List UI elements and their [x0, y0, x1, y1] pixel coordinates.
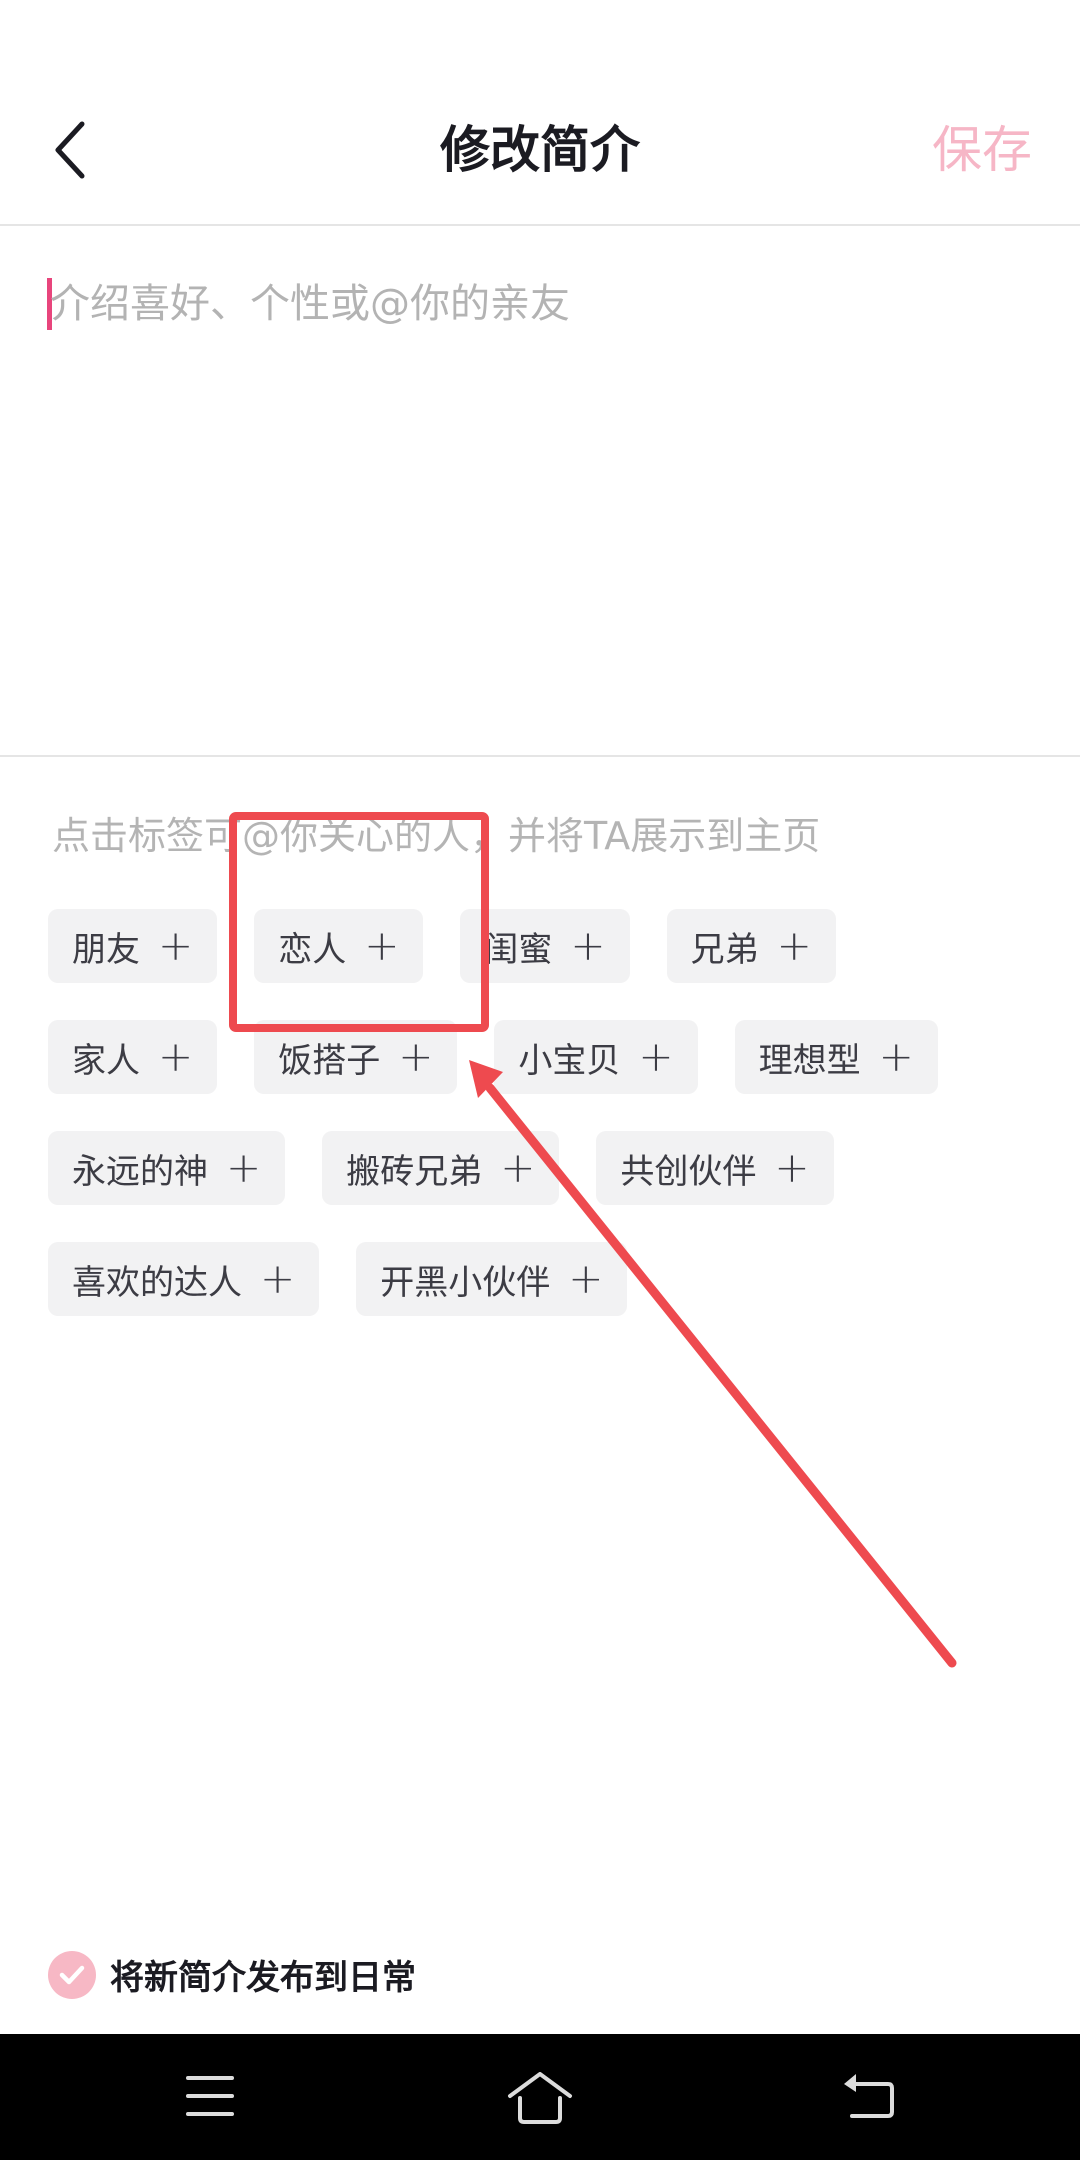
publish-to-daily-option[interactable]: 将新简介发布到日常 [48, 1950, 416, 1999]
tag-favorite-creator[interactable]: 喜欢的达人 + [48, 1242, 320, 1316]
plus-icon: + [364, 921, 400, 970]
top-bar: 修改简介 保存 [0, 0, 1080, 226]
tag-label: 搬砖兄弟 [346, 1151, 483, 1192]
tag-label: 恋人 [278, 929, 347, 970]
tag-work-buddy[interactable]: 搬砖兄弟 + [322, 1131, 560, 1205]
plus-icon: + [774, 1143, 810, 1192]
plus-icon: + [158, 921, 194, 970]
publish-checkbox[interactable] [48, 1950, 96, 1999]
home-button[interactable] [506, 2072, 574, 2124]
tag-label: 喜欢的达人 [72, 1262, 242, 1303]
tag-row: 喜欢的达人 + 开黑小伙伴 + [48, 1242, 1048, 1318]
plus-icon: + [398, 1032, 434, 1081]
system-nav-bar [0, 2034, 1080, 2160]
tag-forever-god[interactable]: 永远的神 + [48, 1131, 286, 1205]
plus-icon: + [158, 1032, 194, 1081]
tag-lover[interactable]: 恋人 + [254, 909, 424, 983]
menu-icon [186, 2076, 234, 2116]
tag-label: 闺蜜 [484, 929, 553, 970]
tag-row: 朋友 + 恋人 + 闺蜜 + 兄弟 + [48, 909, 1048, 985]
tag-friend[interactable]: 朋友 + [48, 909, 218, 983]
checkmark-icon [59, 1965, 85, 1984]
menu-button[interactable] [180, 2072, 240, 2122]
tag-ideal-type[interactable]: 理想型 + [734, 1020, 938, 1094]
plus-icon: + [500, 1143, 536, 1192]
tag-list: 朋友 + 恋人 + 闺蜜 + 兄弟 + 家人 + 饭搭子 + 小宝贝 + 理想型 + 永远的神 +… [48, 909, 1048, 1353]
tag-brother[interactable]: 兄弟 + [666, 909, 836, 983]
tags-hint: 点击标签可@你关心的人，并将TA展示到主页 [52, 814, 821, 858]
page-title: 修改简介 [440, 121, 640, 179]
plus-icon: + [260, 1254, 296, 1303]
home-icon [508, 2072, 572, 2124]
tag-gaming-buddy[interactable]: 开黑小伙伴 + [356, 1242, 628, 1316]
plus-icon: + [878, 1032, 914, 1081]
plus-icon: + [226, 1143, 262, 1192]
back-nav-button[interactable] [840, 2072, 900, 2122]
tag-label: 小宝贝 [518, 1040, 621, 1081]
tag-label: 理想型 [758, 1040, 861, 1081]
tag-label: 共创伙伴 [620, 1151, 757, 1192]
tag-co-creator[interactable]: 共创伙伴 + [596, 1131, 834, 1205]
bio-placeholder: 介绍喜好、个性或@你的亲友 [50, 281, 570, 327]
back-icon [844, 2074, 894, 2118]
tag-bestie[interactable]: 闺蜜 + [460, 909, 630, 983]
tag-label: 兄弟 [690, 929, 759, 970]
plus-icon: + [570, 921, 606, 970]
plus-icon: + [776, 921, 812, 970]
tag-meal-buddy[interactable]: 饭搭子 + [254, 1020, 458, 1094]
tag-family[interactable]: 家人 + [48, 1020, 218, 1094]
plus-icon: + [568, 1254, 604, 1303]
save-button[interactable]: 保存 [932, 118, 1032, 182]
bio-input[interactable]: 介绍喜好、个性或@你的亲友 [0, 226, 1080, 757]
tag-row: 家人 + 饭搭子 + 小宝贝 + 理想型 + [48, 1020, 1048, 1096]
tag-baby[interactable]: 小宝贝 + [494, 1020, 698, 1094]
tag-label: 家人 [72, 1040, 140, 1081]
tag-label: 朋友 [72, 929, 140, 970]
publish-label: 将新简介发布到日常 [110, 1958, 416, 1998]
tag-row: 永远的神 + 搬砖兄弟 + 共创伙伴 + [48, 1131, 1048, 1207]
plus-icon: + [638, 1032, 674, 1081]
tag-label: 饭搭子 [278, 1040, 381, 1081]
tag-label: 永远的神 [72, 1151, 208, 1192]
tag-label: 开黑小伙伴 [380, 1262, 551, 1303]
